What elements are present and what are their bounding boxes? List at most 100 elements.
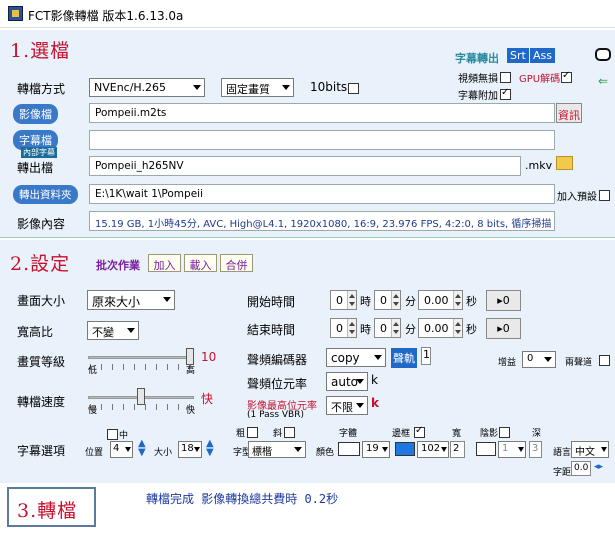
audio-bitrate-select[interactable]: auto <box>326 372 368 391</box>
font-size-label: 字體 <box>339 429 358 439</box>
resolution-value: 原來大小 <box>92 295 141 309</box>
speed-label: 轉檔速度 <box>17 395 66 409</box>
section-convert: 3.轉檔 轉檔完成 影像轉換總共費時 0.2秒 <box>0 484 615 534</box>
spinner-arrows-icon[interactable] <box>391 291 400 309</box>
width-label: 寬 <box>452 429 462 439</box>
shadow-select[interactable]: 1 <box>498 441 526 458</box>
internal-subtitle-badge[interactable]: 內部字幕 <box>21 147 57 158</box>
audio-track-value[interactable]: 1 <box>421 347 431 365</box>
quality-mode-select[interactable]: 固定畫質 <box>221 78 294 97</box>
lossless-video-checkbox[interactable] <box>500 72 511 83</box>
section-settings: 2.設定 批次作業 加入 載入 合併 畫面大小 原來大小 寬高比 不變 畫質等級… <box>0 240 615 483</box>
font-select[interactable]: 標楷 <box>248 441 306 458</box>
language-select[interactable]: 中文 <box>571 441 609 458</box>
max-bitrate-value: 不限 <box>331 401 353 414</box>
two-channel-checkbox[interactable] <box>599 355 610 366</box>
quality-high-label: 高 <box>186 366 196 376</box>
resolution-select[interactable]: 原來大小 <box>87 290 175 310</box>
subtitle-attach-checkbox[interactable] <box>500 87 511 100</box>
video-content-field: 15.19 GB, 1小時45分, AVC, High@L4.1, 1920x1… <box>89 211 555 231</box>
start-time-label: 開始時間 <box>247 295 296 309</box>
batch-add-button[interactable]: 加入 <box>148 254 181 272</box>
batch-merge-button[interactable]: 合併 <box>220 254 253 272</box>
start-hour-spinner[interactable]: 0 <box>330 290 357 310</box>
speed-slider-thumb[interactable] <box>137 388 145 405</box>
speed-value: 快 <box>201 392 214 406</box>
video-file-button[interactable]: 影像檔 <box>13 104 58 124</box>
start-set-button[interactable]: ▸0 <box>486 290 521 311</box>
spacing-arrows-icon[interactable]: ◂▸ <box>594 462 603 472</box>
gain-select[interactable]: 0 <box>522 351 556 368</box>
add-preset-checkbox[interactable] <box>599 190 610 201</box>
center-checkbox[interactable] <box>107 429 118 440</box>
min-unit: 分 <box>405 323 416 336</box>
language-value: 中文 <box>575 447 595 458</box>
bold-checkbox[interactable] <box>247 427 258 438</box>
ass-button[interactable]: Ass <box>530 48 555 63</box>
end-set-button[interactable]: ▸0 <box>486 318 521 339</box>
srt-button[interactable]: Srt <box>507 48 529 63</box>
audio-bitrate-value: auto <box>331 375 359 389</box>
output-ext[interactable]: .mkv <box>525 159 552 172</box>
outline-checkbox[interactable] <box>414 425 425 438</box>
quality-slider[interactable] <box>88 356 194 359</box>
chat-icon[interactable] <box>595 48 611 61</box>
size-select[interactable]: 18 <box>178 441 202 458</box>
output-file-field[interactable]: Pompeii_h265NV <box>89 156 521 176</box>
shadow-color-swatch[interactable] <box>476 442 496 456</box>
folder-icon[interactable] <box>556 156 573 170</box>
spinner-arrows-icon[interactable] <box>453 319 462 337</box>
quality-value: 10 <box>201 350 217 364</box>
italic-checkbox[interactable] <box>284 427 295 438</box>
spinner-arrows-icon[interactable] <box>391 319 400 337</box>
convert-button[interactable]: 3.轉檔 <box>7 487 96 527</box>
font-size-select[interactable]: 19 <box>362 441 390 458</box>
end-hour-spinner[interactable]: 0 <box>330 318 357 338</box>
chevron-down-icon <box>356 403 364 408</box>
subtitle-file-field[interactable] <box>89 130 555 150</box>
chevron-down-icon <box>193 85 201 90</box>
start-sec-spinner[interactable]: 0.00 <box>418 290 463 310</box>
tenbit-checkbox[interactable] <box>348 83 359 94</box>
end-sec-spinner[interactable]: 0.00 <box>418 318 463 338</box>
depth-spinner[interactable]: 3 <box>529 441 542 458</box>
resolution-label: 畫面大小 <box>17 294 66 308</box>
end-min-spinner[interactable]: 0 <box>374 318 401 338</box>
gpu-decode-checkbox[interactable] <box>561 70 572 83</box>
outline-label: 邊框 <box>392 429 411 439</box>
max-bitrate-select[interactable]: 不限 <box>326 396 368 415</box>
position-updown-icon[interactable]: ▲ ▼ <box>138 439 146 458</box>
sec-unit: 秒 <box>466 295 477 308</box>
arrow-left-icon[interactable]: ⇐ <box>598 74 608 88</box>
outline-color-swatch[interactable] <box>395 442 415 456</box>
spinner-arrows-icon[interactable] <box>347 319 356 337</box>
output-folder-button[interactable]: 轉出資料夾 <box>13 185 78 204</box>
outline-select[interactable]: 102 <box>417 441 449 458</box>
width-spinner[interactable]: 2 <box>450 441 465 458</box>
shadow-checkbox[interactable] <box>499 427 510 438</box>
font-color-swatch[interactable] <box>338 442 360 456</box>
codec-select[interactable]: NVEnc/H.265 <box>89 78 205 97</box>
output-folder-field[interactable]: E:\1K\wait 1\Pompeii <box>89 184 555 204</box>
info-button[interactable]: 資訊 <box>556 103 582 123</box>
italic-label: 斜 <box>273 429 283 439</box>
position-select[interactable]: 4 <box>110 441 133 458</box>
chevron-down-icon <box>294 447 302 452</box>
subtitle-options-label: 字幕選項 <box>17 444 66 458</box>
spacing-field[interactable]: 0.0 <box>571 461 591 476</box>
audio-encoder-select[interactable]: copy <box>326 348 386 367</box>
video-file-field[interactable]: Pompeii.m2ts <box>89 103 555 123</box>
batch-load-button[interactable]: 載入 <box>184 254 217 272</box>
audio-bitrate-label: 聲頻位元率 <box>247 377 308 391</box>
start-min-value: 0 <box>380 294 387 307</box>
aspect-select[interactable]: 不變 <box>87 321 139 340</box>
two-channel-label: 兩聲道 <box>565 358 593 368</box>
size-updown-icon[interactable]: ▲ ▼ <box>206 439 214 458</box>
section-select-file: 1.選檔 字幕轉出 Srt Ass 轉檔方式 NVEnc/H.265 固定畫質 … <box>0 30 615 238</box>
start-hour-value: 0 <box>336 294 343 307</box>
start-min-spinner[interactable]: 0 <box>374 290 401 310</box>
audio-track-button[interactable]: 聲軌 <box>391 348 417 368</box>
spinner-arrows-icon[interactable] <box>347 291 356 309</box>
chevron-down-icon <box>163 297 171 302</box>
spinner-arrows-icon[interactable] <box>453 291 462 309</box>
